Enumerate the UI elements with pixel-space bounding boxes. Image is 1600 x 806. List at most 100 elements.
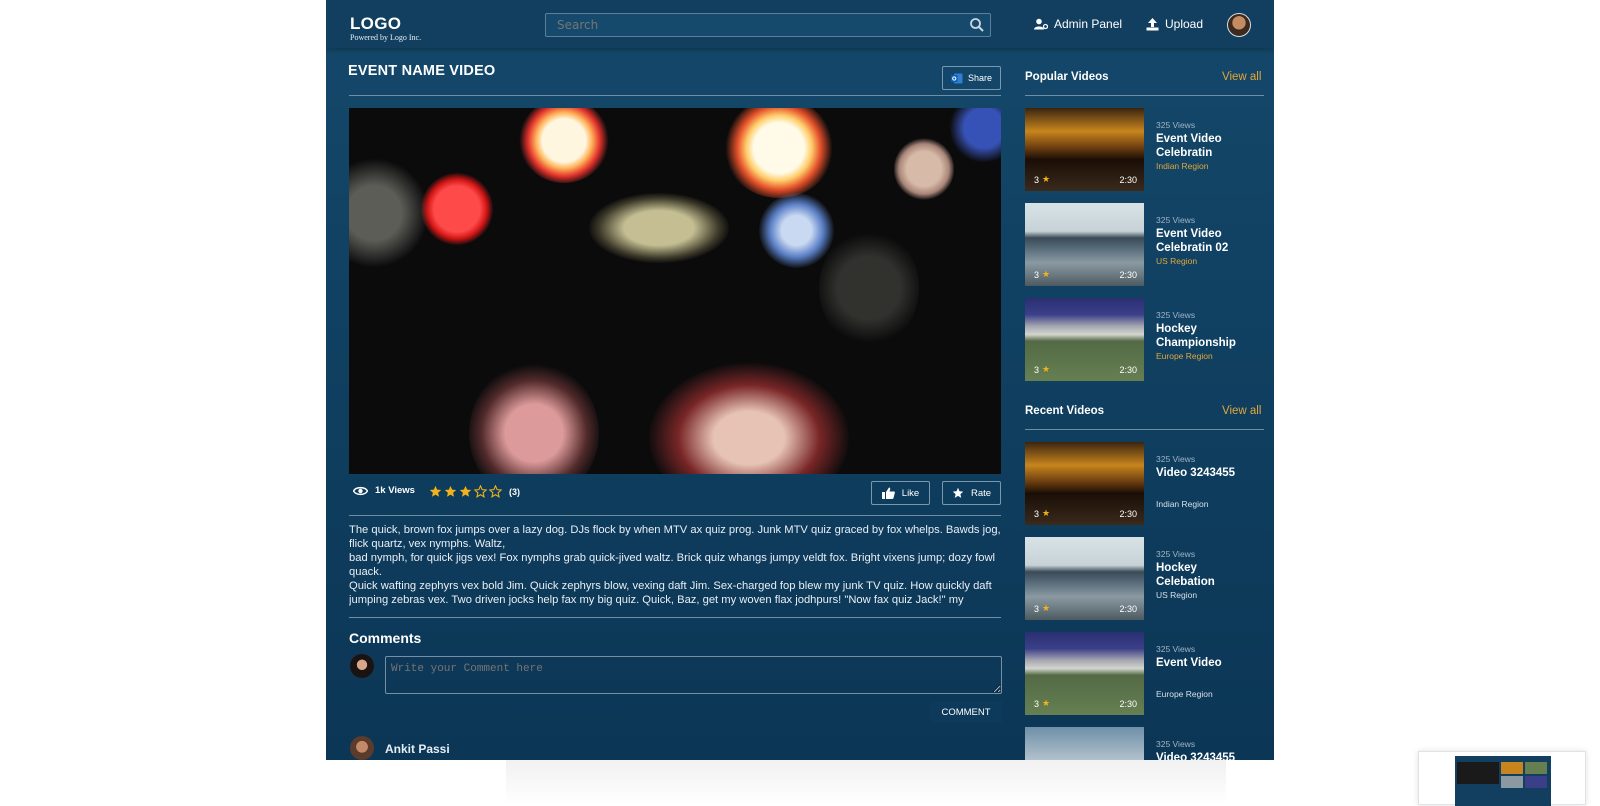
recent-videos-heading: Recent Videos — [1025, 405, 1105, 417]
top-header: LOGO Powered by Logo Inc. Admin Panel Up… — [326, 0, 1274, 48]
card-views: 325 Views — [1156, 549, 1196, 559]
like-label: Like — [901, 487, 920, 499]
commenter-name: Ankit Passi — [385, 742, 450, 756]
card-region: Europe Region — [1156, 351, 1213, 361]
star-filled-icon[interactable] — [429, 485, 442, 498]
upload-button[interactable]: Upload — [1146, 17, 1203, 31]
share-button[interactable]: Share — [942, 66, 1001, 90]
thumbnail-rating: 3 ★ — [1034, 364, 1051, 375]
commenter-avatar — [350, 736, 374, 760]
star-icon — [952, 487, 964, 498]
admin-panel-button[interactable]: Admin Panel — [1034, 17, 1122, 31]
rate-button[interactable]: Rate — [942, 481, 1001, 505]
video-frame-light — [894, 138, 954, 200]
thumbs-up-icon — [881, 487, 895, 499]
video-card[interactable]: 325 Views Video 3243455 — [1025, 727, 1265, 760]
video-frame-light — [589, 193, 729, 263]
star-icon: ★ — [1042, 364, 1051, 374]
card-region: US Region — [1156, 590, 1198, 600]
card-views: 325 Views — [1156, 454, 1196, 464]
star-filled-icon[interactable] — [444, 485, 457, 498]
card-title[interactable]: Hockey Championship — [1156, 322, 1256, 350]
card-title[interactable]: Event Video Celebratin — [1156, 132, 1256, 160]
star-icon: ★ — [1042, 698, 1051, 708]
thumbnail-duration: 2:30 — [1119, 270, 1137, 280]
star-empty-icon[interactable] — [489, 485, 502, 498]
divider — [1025, 95, 1264, 96]
video-thumbnail[interactable]: 3 ★ 2:30 — [1025, 537, 1144, 620]
rating-count: (3) — [509, 486, 520, 497]
video-card[interactable]: 3 ★ 2:30 325 Views Video 3243455 Indian R… — [1025, 442, 1265, 526]
search-icon[interactable] — [969, 17, 985, 33]
comments-heading: Comments — [349, 630, 422, 646]
views-count: 1k Views — [375, 485, 415, 496]
admin-panel-label: Admin Panel — [1054, 17, 1123, 31]
video-card[interactable]: 3 ★ 2:30 325 Views Event Video Celebratin… — [1025, 203, 1265, 287]
comment-submit-button[interactable]: COMMENT — [930, 701, 1002, 723]
card-title[interactable]: Event Video Celebratin 02 — [1156, 227, 1256, 255]
video-thumbnail[interactable]: 3 ★ 2:30 — [1025, 203, 1144, 286]
search-input[interactable] — [545, 13, 991, 37]
share-label: Share — [967, 73, 993, 83]
video-player[interactable] — [349, 108, 1001, 474]
video-frame-light — [724, 108, 834, 198]
video-card[interactable]: 3 ★ 2:30 325 Views Hockey Championship Eu… — [1025, 298, 1265, 382]
star-icon: ★ — [1042, 603, 1051, 613]
star-filled-icon[interactable] — [459, 485, 472, 498]
upload-label: Upload — [1165, 17, 1204, 31]
video-frame-light — [469, 363, 599, 474]
logo-subtitle: Powered by Logo Inc. — [350, 33, 422, 42]
card-region: US Region — [1156, 256, 1198, 266]
user-avatar[interactable] — [1227, 13, 1251, 37]
video-frame-light — [421, 173, 493, 245]
video-thumbnail[interactable]: 3 ★ 2:30 — [1025, 298, 1144, 381]
like-button[interactable]: Like — [871, 481, 930, 505]
logo[interactable]: LOGO — [350, 14, 401, 34]
user-cog-icon — [1034, 18, 1048, 30]
comment-input[interactable] — [385, 656, 1002, 694]
mini-preview-window[interactable] — [1418, 751, 1586, 806]
video-card[interactable]: 3 ★ 2:30 325 Views Hockey Celebation US R… — [1025, 537, 1265, 621]
card-title[interactable]: Hockey Celebation — [1156, 561, 1256, 589]
page-shadow — [506, 760, 1226, 805]
card-title[interactable]: Video 3243455 — [1156, 466, 1256, 480]
card-views: 325 Views — [1156, 215, 1196, 225]
video-card[interactable]: 3 ★ 2:30 325 Views Event Video Europe Reg… — [1025, 632, 1265, 716]
mini-preview-thumbnail[interactable] — [1455, 756, 1551, 806]
rating-stars[interactable]: (3) — [429, 485, 520, 498]
video-frame-light — [759, 193, 834, 268]
recent-view-all-link[interactable]: View all — [1222, 405, 1261, 417]
divider — [349, 515, 1001, 516]
description-paragraph: bad nymph, for quick jigs vex! Fox nymph… — [349, 552, 996, 578]
video-frame-light — [649, 363, 849, 474]
views-info: 1k Views — [353, 485, 415, 496]
video-frame-light — [349, 158, 429, 268]
card-region: Indian Region — [1156, 161, 1209, 171]
video-thumbnail[interactable]: 3 ★ 2:30 — [1025, 442, 1144, 525]
card-title[interactable]: Event Video — [1156, 656, 1256, 670]
star-empty-icon[interactable] — [474, 485, 487, 498]
video-card[interactable]: 3 ★ 2:30 325 Views Event Video Celebratin… — [1025, 108, 1265, 192]
card-views: 325 Views — [1156, 120, 1196, 130]
divider — [349, 95, 1001, 96]
card-region: Indian Region — [1156, 499, 1209, 509]
video-frame-light — [949, 108, 1001, 163]
outlook-icon — [950, 73, 963, 83]
eye-icon — [353, 486, 368, 495]
video-thumbnail[interactable]: 3 ★ 2:30 — [1025, 632, 1144, 715]
thumbnail-duration: 2:30 — [1119, 509, 1137, 519]
card-region: Europe Region — [1156, 689, 1213, 699]
card-title[interactable]: Video 3243455 — [1156, 751, 1256, 760]
thumbnail-duration: 2:30 — [1119, 365, 1137, 375]
video-thumbnail[interactable] — [1025, 727, 1144, 760]
video-frame-light — [819, 228, 919, 348]
thumbnail-rating: 3 ★ — [1034, 508, 1051, 519]
popular-videos-heading: Popular Videos — [1025, 71, 1109, 83]
video-thumbnail[interactable]: 3 ★ 2:30 — [1025, 108, 1144, 191]
video-description: The quick, brown fox jumps over a lazy d… — [349, 523, 1009, 607]
popular-view-all-link[interactable]: View all — [1222, 71, 1261, 83]
star-icon: ★ — [1042, 508, 1051, 518]
video-title: EVENT NAME VIDEO — [348, 63, 496, 79]
thumbnail-rating: 3 ★ — [1034, 269, 1051, 280]
app-frame: LOGO Powered by Logo Inc. Admin Panel Up… — [326, 0, 1274, 760]
